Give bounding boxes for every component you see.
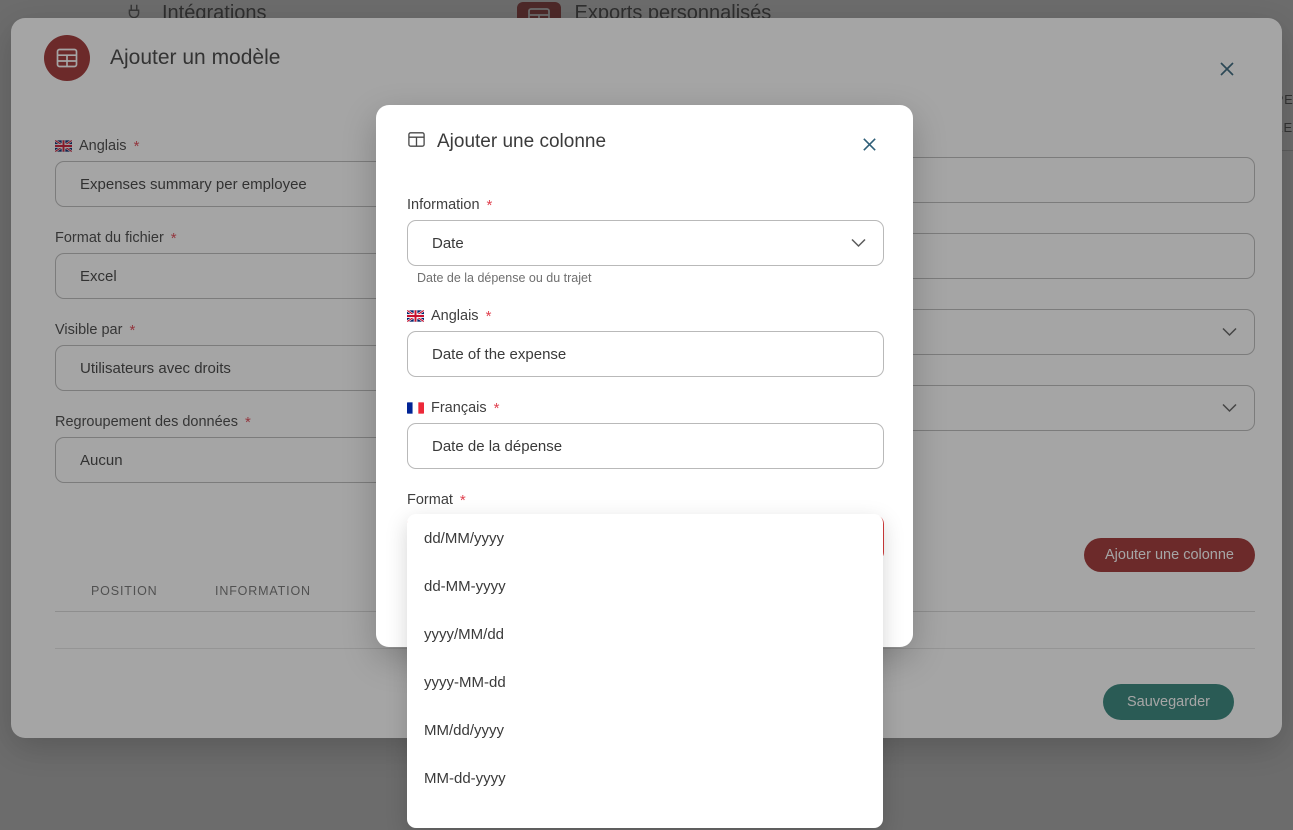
required-marker: * [485,307,492,325]
field-label-text: Anglais [431,308,479,324]
francais-column-input[interactable]: Date de la dépense [407,423,884,469]
field-label: Information * [407,197,884,213]
information-select[interactable]: Date [407,220,884,266]
dropdown-option[interactable]: MM-dd-yyyy [407,754,883,802]
flag-fr-icon [407,402,424,414]
field-label: Format * [407,492,884,508]
field-label-text: Format [407,492,453,508]
close-icon[interactable] [861,136,878,153]
anglais-column-input[interactable]: Date of the expense [407,331,884,377]
field-label: Français * [407,400,884,416]
dropdown-option[interactable]: MM/dd/yyyy [407,706,883,754]
add-column-modal-title: Ajouter une colonne [437,131,607,152]
field-anglais-column: Anglais * Date of the expense [407,308,884,377]
field-label-text: Français [431,400,487,416]
screen-root: Intégrations Exports personnalisés GROUP… [0,0,1293,830]
dropdown-option[interactable]: yyyy/MM/dd [407,610,883,658]
add-column-modal-header: Ajouter une colonne [407,130,606,154]
dropdown-option[interactable]: dd/MM/yyyy [407,514,883,562]
required-marker: * [459,491,466,509]
dropdown-option[interactable]: dd-MM-yyyy [407,562,883,610]
field-label: Anglais * [407,308,884,324]
format-dropdown-list[interactable]: dd/MM/yyyy dd-MM-yyyy yyyy/MM/dd yyyy-MM… [407,514,883,828]
information-hint: Date de la dépense ou du trajet [417,271,592,285]
dropdown-option[interactable]: yyyy-MM-dd [407,658,883,706]
required-marker: * [486,196,493,214]
input-value: Date of the expense [432,345,567,363]
flag-uk-icon [407,310,424,322]
field-francais-column: Français * Date de la dépense [407,400,884,469]
field-information: Information * Date Date de la dépense ou… [407,197,884,285]
layout-columns-icon [407,130,426,154]
select-value: Date [432,234,464,252]
required-marker: * [493,399,500,417]
chevron-down-icon [851,235,866,252]
input-value: Date de la dépense [432,437,563,455]
field-label-text: Information [407,197,480,213]
